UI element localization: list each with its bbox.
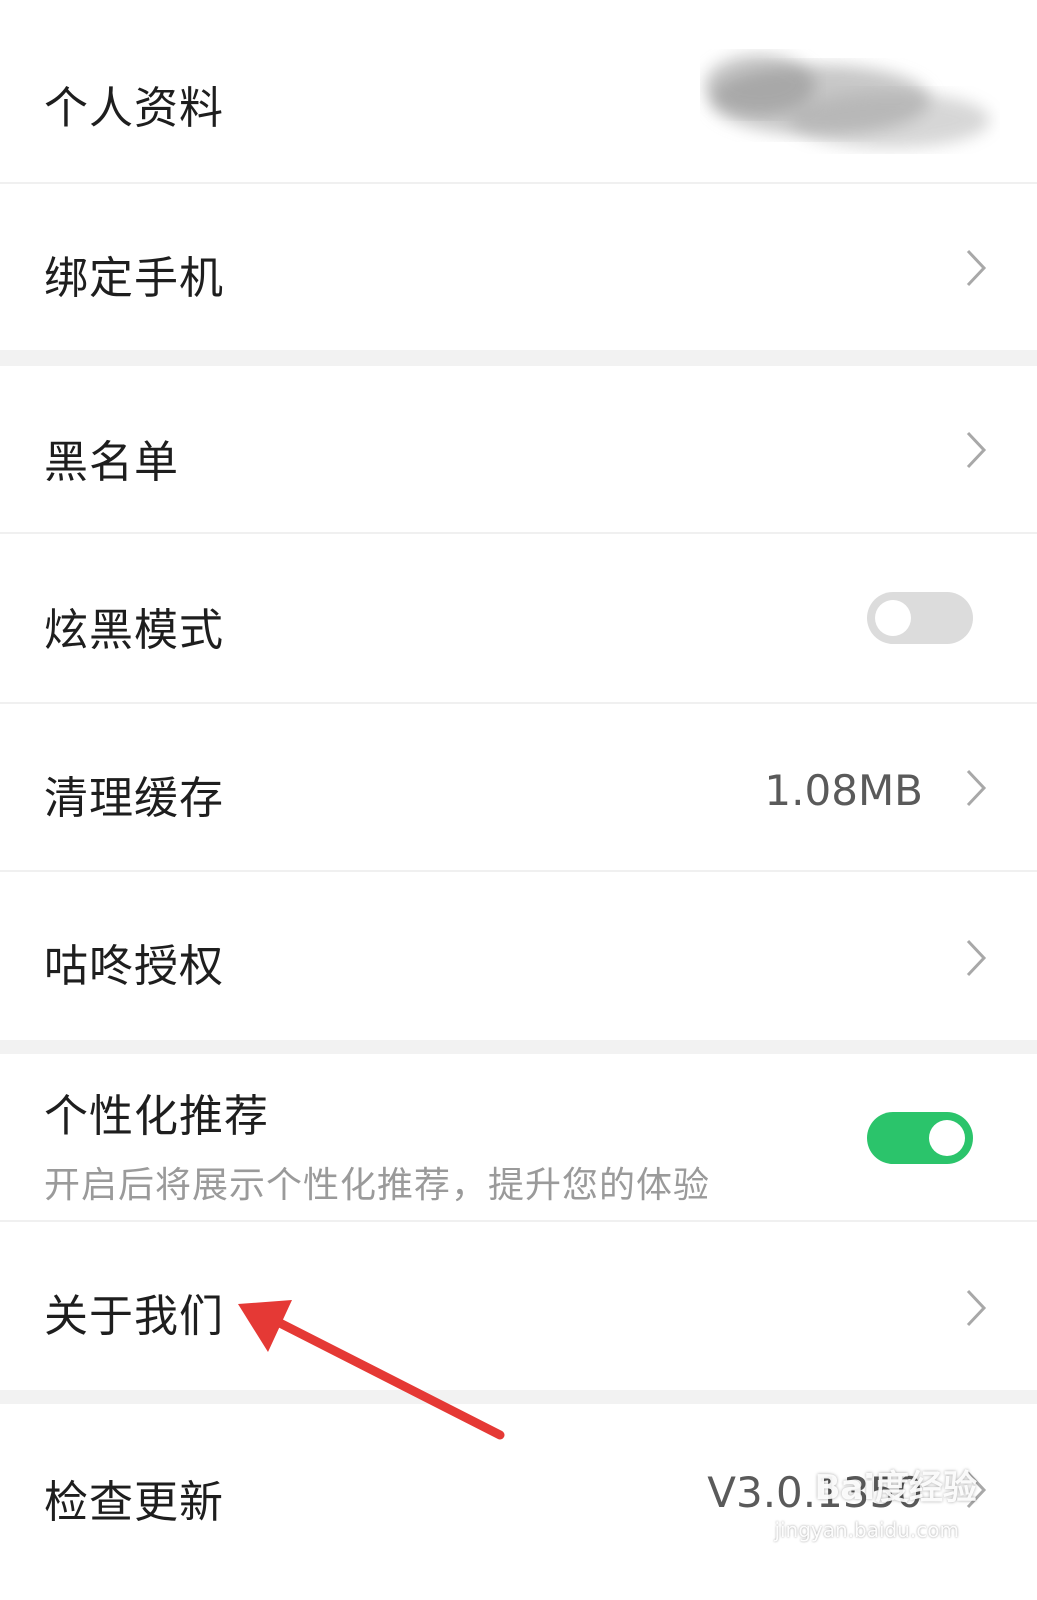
chevron-right-icon bbox=[965, 938, 987, 978]
row-description: 开启后将展示个性化推荐，提升您的体验 bbox=[44, 1165, 711, 1206]
chevron-right-icon bbox=[965, 1288, 987, 1328]
personalized-recommend-toggle[interactable] bbox=[867, 1112, 973, 1164]
baidu-watermark-url: jingyan.baidu.com bbox=[774, 1518, 959, 1542]
settings-row-gudong-auth[interactable]: 咕咚授权 bbox=[0, 872, 1037, 1040]
toggle-knob bbox=[875, 600, 911, 636]
settings-row-bind-phone[interactable]: 绑定手机 bbox=[0, 184, 1037, 350]
chevron-right-icon bbox=[965, 248, 987, 288]
row-label: 黑名单 bbox=[44, 437, 179, 488]
row-label: 炫黑模式 bbox=[44, 605, 224, 656]
row-label: 绑定手机 bbox=[44, 253, 224, 304]
settings-row-blacklist[interactable]: 黑名单 bbox=[0, 366, 1037, 532]
settings-row-profile[interactable]: 个人资料 bbox=[0, 0, 1037, 182]
row-label: 检查更新 bbox=[44, 1477, 224, 1528]
dark-mode-toggle[interactable] bbox=[867, 592, 973, 644]
cache-size-value: 1.08MB bbox=[764, 766, 923, 815]
chevron-right-icon bbox=[965, 768, 987, 808]
annotation-arrow-icon bbox=[238, 1300, 505, 1440]
row-label: 关于我们 bbox=[44, 1291, 224, 1342]
row-label: 个人资料 bbox=[44, 83, 224, 134]
settings-row-clear-cache[interactable]: 清理缓存 1.08MB bbox=[0, 704, 1037, 870]
settings-row-personalized: 个性化推荐 开启后将展示个性化推荐，提升您的体验 bbox=[0, 1054, 1037, 1220]
chevron-right-icon bbox=[965, 430, 987, 470]
toggle-knob bbox=[929, 1120, 965, 1156]
baidu-watermark: Bai度经验 bbox=[814, 1468, 977, 1508]
settings-row-dark-mode: 炫黑模式 bbox=[0, 534, 1037, 702]
row-label: 清理缓存 bbox=[44, 773, 224, 824]
row-label: 咕咚授权 bbox=[44, 941, 224, 992]
blurred-avatar-smudge bbox=[705, 55, 990, 148]
row-label: 个性化推荐 bbox=[44, 1091, 269, 1142]
